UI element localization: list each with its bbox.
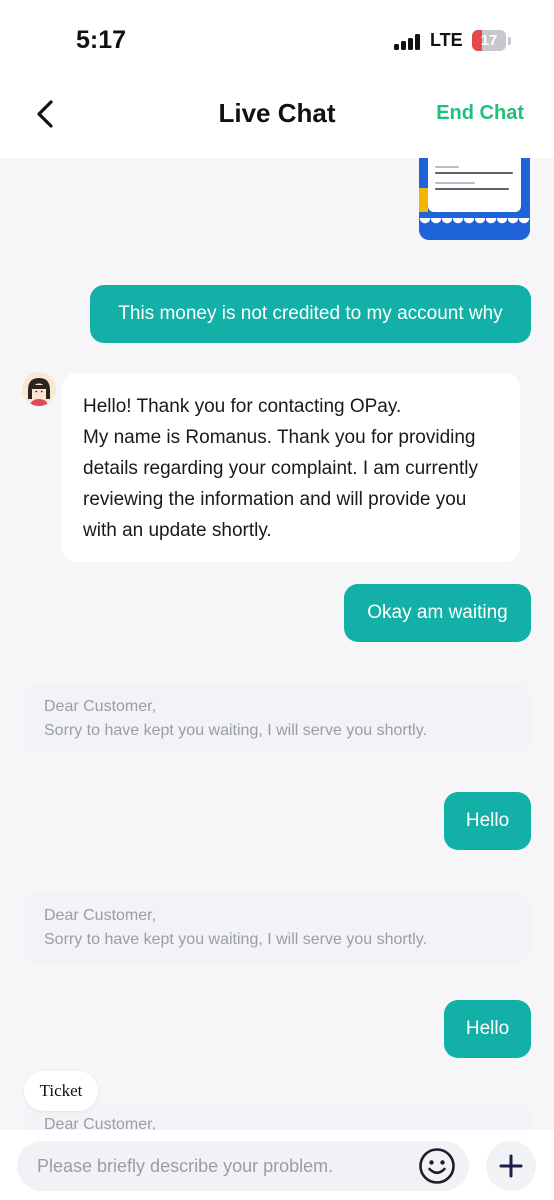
agent-message-bubble: Hello! Thank you for contacting OPay. My… [62,373,520,562]
emoji-button[interactable] [418,1147,456,1185]
agent-message-line: My name is Romanus. Thank you for provid… [83,427,476,448]
agent-message-line: details regarding your complaint. I am c… [83,458,478,479]
receipt-accent [419,188,428,212]
system-message-line: Sorry to have kept you waiting, I will s… [44,931,427,948]
ticket-button[interactable]: Ticket [24,1071,98,1111]
system-message: Dear Customer, Sorry to have kept you wa… [24,894,530,962]
agent-message-line: with an update shortly. [83,520,272,541]
add-attachment-button[interactable] [486,1141,536,1191]
receipt-paper [428,158,521,212]
battery-tip [508,37,511,45]
system-message: Dear Customer, [24,1103,530,1130]
battery-level: 17 [480,32,498,49]
message-input-container [17,1141,469,1191]
status-time: 5:17 [76,26,127,54]
agent-message-line: Hello! Thank you for contacting OPay. [83,396,402,417]
system-message-line: Dear Customer, [44,1116,157,1130]
smiley-icon [419,1148,455,1184]
agent-avatar-icon [22,372,56,406]
chevron-left-icon [37,100,53,128]
chat-message-list[interactable]: This money is not credited to my account… [0,158,554,1130]
battery-icon: 17 [472,30,506,51]
system-message-line: Sorry to have kept you waiting, I will s… [44,722,427,739]
network-type: LTE [430,30,463,50]
system-message: Dear Customer, Sorry to have kept you wa… [24,685,530,753]
agent-avatar [22,372,56,406]
chat-header: Live Chat End Chat [0,80,554,158]
plus-icon [499,1154,523,1178]
message-input[interactable] [37,1141,417,1191]
back-button[interactable] [26,94,66,134]
status-bar: 5:17 LTE 17 [0,0,554,80]
user-message-bubble: Hello [444,792,531,850]
system-message-line: Dear Customer, [44,698,157,715]
system-message-line: Dear Customer, [44,907,157,924]
agent-message-line: reviewing the information and will provi… [83,489,467,510]
cellular-signal-icon [394,34,424,50]
user-message-bubble: Hello [444,1000,531,1058]
user-message-bubble: This money is not credited to my account… [90,285,531,343]
receipt-wave [419,218,530,230]
user-message-bubble: Okay am waiting [344,584,531,642]
message-input-bar [0,1130,554,1200]
receipt-image[interactable] [419,158,530,240]
end-chat-button[interactable]: End Chat [436,102,524,125]
